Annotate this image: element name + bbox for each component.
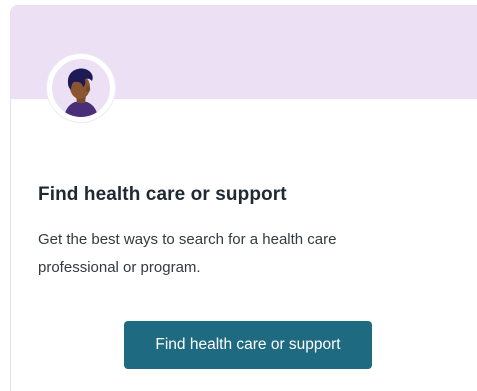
card-title: Find health care or support [38, 184, 287, 205]
page: Find health care or support Get the best… [0, 0, 477, 391]
card-description: Get the best ways to search for a health… [38, 231, 337, 276]
health-care-card: Find health care or support Get the best… [10, 5, 477, 391]
person-avatar-icon [47, 54, 115, 122]
find-health-care-button[interactable]: Find health care or support [124, 321, 372, 369]
